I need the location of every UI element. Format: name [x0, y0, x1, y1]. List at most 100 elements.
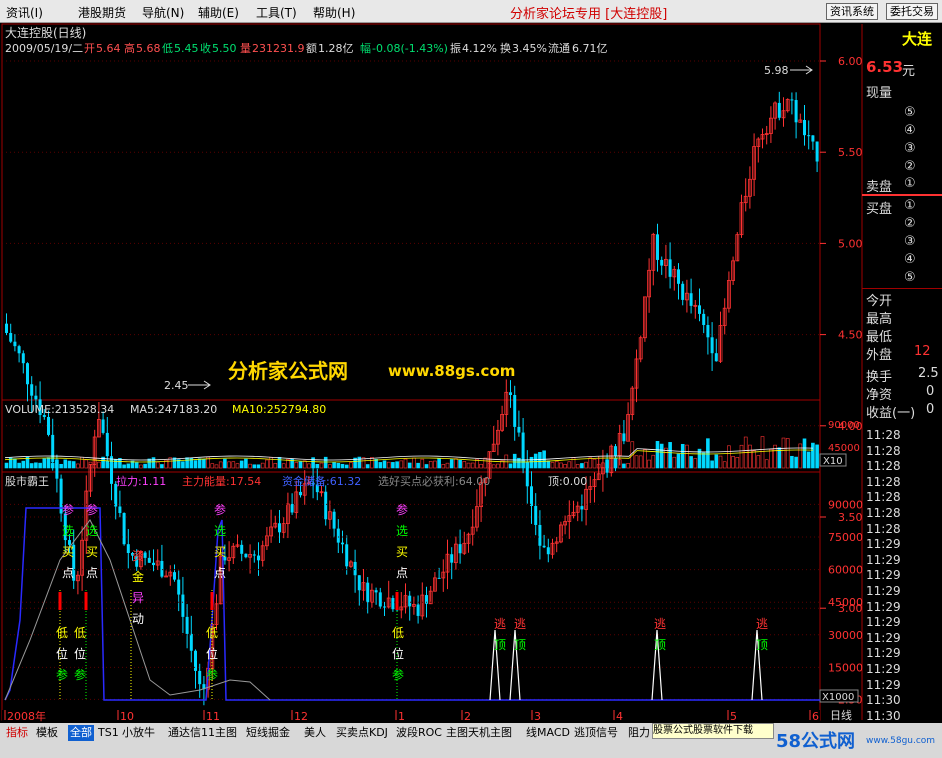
tab-3[interactable]: TS1	[98, 725, 119, 741]
tick-time: 11:28	[866, 443, 901, 458]
candle-down	[34, 395, 38, 400]
volume-bars	[4, 436, 819, 469]
volume-bar	[811, 442, 815, 469]
volume-bar	[470, 462, 475, 469]
buy-level-1: ①	[904, 198, 916, 213]
ad-banner[interactable]: 股票公式股票软件下载	[652, 723, 774, 739]
signal-red-bar	[58, 592, 62, 610]
tab-11[interactable]: 线MACD	[526, 725, 570, 741]
tick-time: 11:28	[866, 506, 901, 520]
high-mark-label: 5.98	[764, 64, 789, 77]
tick-time: 11:30	[866, 708, 901, 723]
time-label: 11	[206, 710, 220, 723]
tab-1[interactable]: 模板	[36, 725, 58, 741]
volume-value: 231231.9	[252, 42, 305, 55]
volume-bar	[378, 462, 383, 469]
amplitude-label: 振	[450, 41, 461, 55]
indicator-tick-label: 75000	[828, 531, 863, 544]
volume-bar	[554, 461, 559, 469]
volume-bar	[479, 463, 483, 469]
volume-bar	[798, 443, 803, 469]
xuanhao-value: 选好买点必获利:64.00	[378, 474, 490, 488]
tab-7[interactable]: 美人	[304, 725, 326, 741]
chart-area[interactable]: 6.005.505.004.504.003.503.002.50 大连控股(日线…	[0, 0, 942, 758]
candle-down	[290, 503, 294, 513]
float-label: 流通	[548, 41, 570, 55]
volume-bar	[563, 464, 567, 469]
signal-char: 选	[62, 524, 74, 538]
volume-bar	[340, 463, 345, 469]
candle-down	[815, 141, 819, 162]
candle-down	[332, 511, 336, 529]
volume-bar	[365, 464, 370, 469]
volume-bar	[605, 459, 609, 469]
volume-bar	[760, 436, 765, 469]
volume-bar	[160, 464, 164, 469]
price-tick-label: 3.50	[838, 511, 863, 524]
tab-2[interactable]: 全部	[68, 725, 94, 741]
candle-down	[807, 135, 811, 137]
signal-char: 参	[214, 502, 226, 517]
signal-char: 低	[74, 626, 86, 640]
indicator-tick-label: 15000	[828, 661, 863, 674]
volume-bar	[802, 438, 807, 469]
volume-bar	[139, 464, 143, 469]
candle-down	[118, 506, 122, 514]
change-value: -0.08(-1.43%)	[372, 42, 448, 55]
tab-9[interactable]: 波段ROC	[396, 725, 442, 741]
tab-0[interactable]: 指标	[6, 725, 28, 741]
tab-6[interactable]: 短线掘金	[246, 725, 290, 741]
volume-bar	[546, 460, 551, 469]
volume-bar	[643, 449, 647, 469]
volume-bar	[437, 458, 441, 469]
tab-8[interactable]: 买卖点KDJ	[336, 725, 388, 741]
candle-down	[110, 456, 113, 484]
stat-eps-value: 0	[926, 402, 935, 417]
indicator-blue-line	[4, 507, 820, 701]
float-value: 6.71亿	[572, 42, 608, 55]
volume-bar	[67, 460, 72, 469]
signal-char: 异	[132, 591, 144, 605]
volume-bar	[382, 460, 387, 469]
volume-bar	[496, 463, 500, 469]
period-label[interactable]: 日线	[830, 708, 852, 722]
tab-12[interactable]: 逃顶信号	[574, 725, 618, 741]
tab-10[interactable]: 主图天机主图	[446, 725, 512, 741]
candle-down	[538, 524, 542, 546]
volume-bar	[664, 447, 668, 469]
indicator-gray-line	[4, 519, 271, 701]
volume-bar	[281, 463, 286, 469]
candle-down	[622, 433, 626, 442]
volume-bar	[592, 458, 597, 469]
tab-5[interactable]: 通达信11主图	[168, 725, 237, 741]
buy-level-5: ⑤	[904, 270, 916, 285]
candle-down	[152, 562, 155, 566]
stat-net-asset: 净资	[866, 388, 893, 403]
sidebar-now-volume: 现量	[866, 86, 893, 101]
tick-time: 11:29	[866, 568, 901, 583]
volume-bar	[647, 459, 651, 469]
volume-bar	[4, 462, 9, 469]
signal-char: 资	[132, 549, 144, 563]
signal-char: 买	[396, 545, 408, 559]
candle-down	[122, 513, 126, 545]
candle-down	[143, 552, 147, 558]
tab-4[interactable]: 小放牛	[122, 725, 155, 741]
tick-time: 11:29	[866, 615, 901, 630]
stat-turnover: 换手	[866, 370, 893, 385]
volume-bar	[395, 461, 399, 469]
signal-char: 买	[214, 545, 226, 559]
volume-bar	[260, 462, 265, 469]
volume-bar	[223, 458, 227, 469]
tab-13[interactable]: 阻力	[628, 725, 650, 741]
stat-turnover-value: 2.5	[918, 366, 939, 381]
stats-divider	[862, 288, 942, 289]
signal-char: 动	[132, 612, 144, 626]
volume-bar	[332, 462, 336, 469]
candle-down	[198, 670, 202, 685]
candle-down	[714, 353, 718, 362]
volume-bar	[197, 458, 202, 469]
price-tick-label: 5.00	[838, 237, 863, 250]
candle-down	[383, 606, 386, 608]
low-arrow-icon	[188, 380, 211, 390]
